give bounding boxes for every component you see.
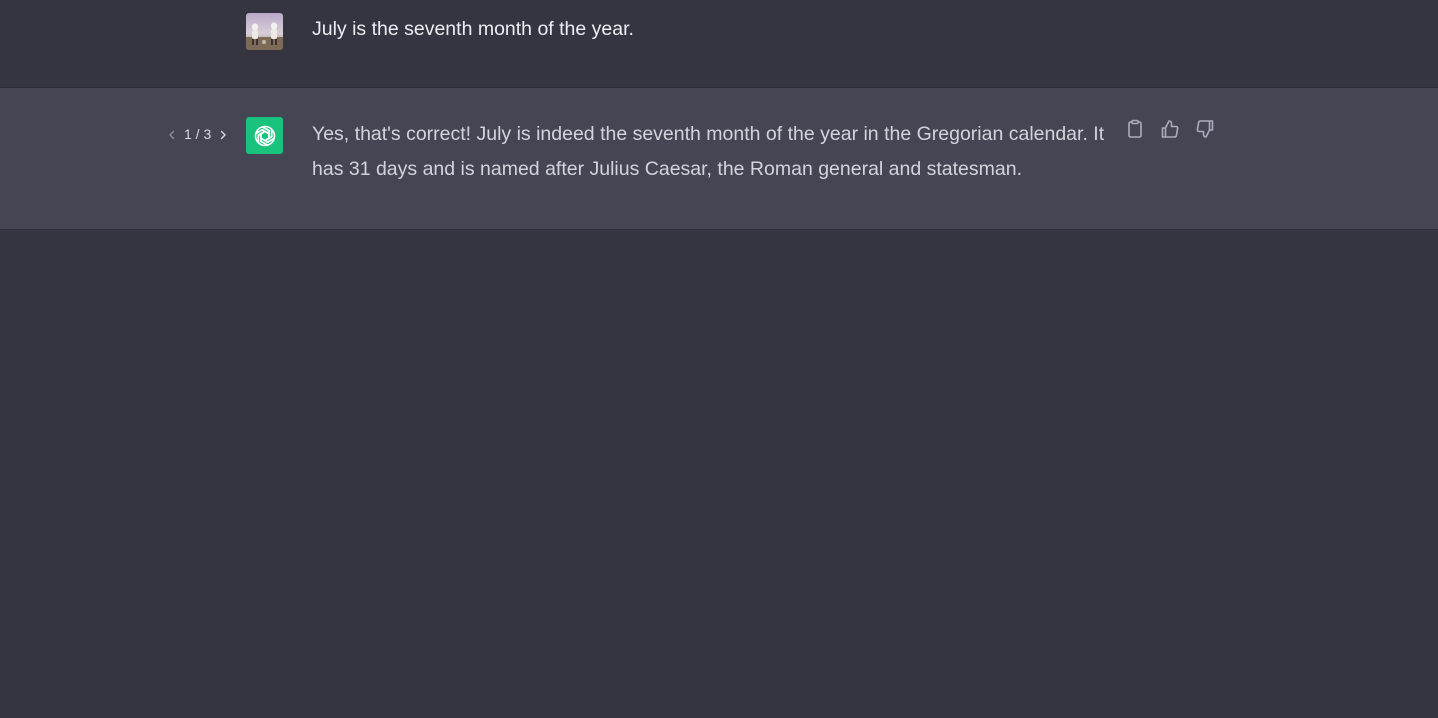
assistant-message-text: Yes, that's correct! July is indeed the … xyxy=(312,123,1105,180)
response-pager: 1 / 3 xyxy=(166,126,229,142)
thumbs-down-button[interactable] xyxy=(1194,119,1215,144)
clipboard-icon xyxy=(1126,119,1144,144)
user-message-row: July is the seventh month of the year. xyxy=(0,0,1438,88)
thumbs-up-button[interactable] xyxy=(1159,119,1180,144)
message-actions xyxy=(1124,119,1215,144)
user-avatar-icon xyxy=(246,13,283,50)
thumbs-down-icon xyxy=(1195,119,1215,144)
conversation-thread: July is the seventh month of the year. 1… xyxy=(0,0,1438,718)
assistant-message-row: 1 / 3 Yes, that's correct! July is indee… xyxy=(0,88,1438,230)
thumbs-up-icon xyxy=(1160,119,1180,144)
openai-logo-icon xyxy=(246,117,283,154)
chevron-left-icon[interactable] xyxy=(166,128,178,140)
user-message-text: July is the seventh month of the year. xyxy=(312,18,634,40)
pager-count: 1 / 3 xyxy=(184,126,212,142)
chevron-right-icon[interactable] xyxy=(217,128,229,140)
copy-button[interactable] xyxy=(1124,119,1145,144)
